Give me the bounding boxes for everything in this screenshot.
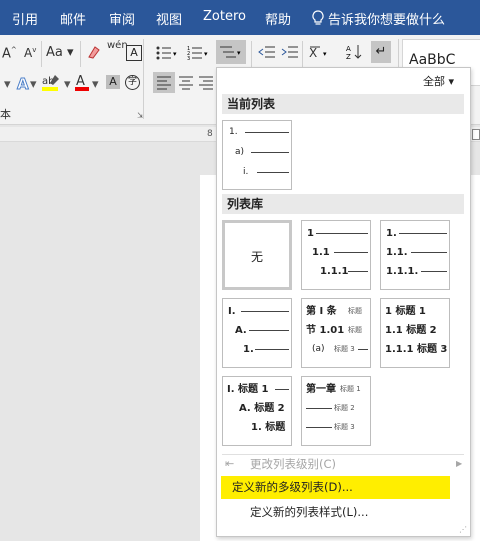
- shrink-font-button[interactable]: Av: [24, 46, 36, 60]
- tile-label: 1.: [229, 127, 238, 137]
- tile-label: 标题: [348, 326, 362, 334]
- align-center-icon[interactable]: [177, 72, 195, 96]
- highlight-icon[interactable]: ab: [41, 73, 63, 96]
- change-list-level-item[interactable]: ⇤ 更改列表级别(C) ▶: [221, 453, 465, 475]
- clear-format-icon[interactable]: [86, 44, 102, 63]
- tile-label: 1.: [243, 344, 254, 355]
- ruler-marker[interactable]: [472, 129, 480, 140]
- text-effect-arrow[interactable]: ▾: [4, 77, 11, 92]
- tile-label: 1.1.1 标题 3: [385, 344, 448, 355]
- tile-label: 第一章: [306, 384, 336, 395]
- svg-text:A: A: [76, 74, 85, 89]
- tab-help[interactable]: 帮助: [265, 9, 291, 28]
- none-label: 无: [251, 250, 264, 264]
- menu-item-label: 定义新的列表样式(L)...: [250, 505, 369, 519]
- tile-label: 1.1.: [386, 247, 408, 258]
- align-right-icon[interactable]: [198, 72, 214, 96]
- grow-font-button[interactable]: A^: [2, 46, 17, 61]
- list-style-numbered-2[interactable]: 1. 1.1. 1.1.1.: [380, 220, 450, 290]
- tile-label: 标题: [348, 307, 362, 315]
- tile-label: A.: [235, 325, 247, 336]
- tile-label: 标题 2: [334, 404, 355, 412]
- list-style-heading-numbered[interactable]: 1 标题 1 1.1 标题 2 1.1.1 标题 3: [380, 298, 450, 368]
- resize-grip-icon[interactable]: ⋰: [459, 525, 467, 534]
- change-case-button[interactable]: Aa ▾: [46, 45, 74, 60]
- svg-text:▾: ▾: [204, 50, 208, 58]
- tile-label: a): [235, 147, 245, 157]
- change-level-icon: ⇤: [225, 457, 235, 470]
- multilevel-list-dropdown: 全部 ▾ 当前列表 1. a) i. 列表库 无 1 1.1 1.1.1 1. …: [216, 67, 471, 537]
- svg-text:▾: ▾: [237, 49, 241, 57]
- tile-label: 1: [307, 228, 314, 239]
- svg-text:▾: ▾: [323, 50, 327, 58]
- tab-view[interactable]: 视图: [156, 9, 182, 28]
- tab-zotero[interactable]: Zotero: [203, 9, 246, 24]
- tile-label: 1 标题 1: [385, 306, 426, 317]
- list-style-article[interactable]: 第 I 条 标题 节 1.01 标题 (a) 标题 3: [301, 298, 371, 368]
- menu-item-label: 更改列表级别(C): [250, 457, 337, 471]
- decrease-indent-icon[interactable]: [258, 45, 276, 62]
- tile-label: 标题 3: [334, 423, 355, 431]
- char-border-icon[interactable]: A: [126, 45, 142, 61]
- sort-icon[interactable]: AZ: [346, 43, 362, 64]
- submenu-arrow-icon: ▶: [456, 459, 463, 468]
- list-style-numbered-1[interactable]: 1 1.1 1.1.1: [301, 220, 371, 290]
- show-marks-icon[interactable]: ↵: [371, 41, 391, 63]
- current-list-tile[interactable]: 1. a) i.: [222, 120, 292, 190]
- svg-text:Z: Z: [346, 53, 351, 61]
- asian-layout-icon[interactable]: X ▾: [309, 44, 333, 63]
- tab-references[interactable]: 引用: [12, 9, 38, 28]
- style-preview-normal[interactable]: AaBbC: [409, 52, 455, 68]
- svg-text:3: 3: [187, 56, 190, 60]
- phonetic-guide-button[interactable]: wén: [107, 41, 128, 51]
- tile-label: 第 I 条: [306, 306, 337, 317]
- bullets-icon[interactable]: ▾: [155, 44, 177, 63]
- tile-label: 节 1.01: [306, 325, 345, 336]
- tile-label: 1.1: [312, 247, 330, 258]
- increase-indent-icon[interactable]: [281, 45, 299, 62]
- enclosed-char-icon[interactable]: 字: [125, 75, 140, 90]
- text-effects-icon[interactable]: A: [17, 75, 30, 94]
- tile-label: 1.1.1.: [386, 266, 419, 277]
- tile-label: 标题 3: [334, 345, 355, 353]
- filter-dropdown[interactable]: 全部 ▾: [423, 73, 454, 89]
- tile-label: 1.1 标题 2: [385, 325, 437, 336]
- numbering-icon[interactable]: 1 2 3 ▾: [187, 44, 209, 63]
- list-style-none[interactable]: 无: [222, 220, 292, 290]
- list-style-chapter[interactable]: 第一章 标题 1 标题 2 标题 3: [301, 376, 371, 446]
- menu-item-label: 定义新的多级列表(D)...: [232, 480, 353, 494]
- list-library-header: 列表库: [222, 194, 464, 214]
- menu-bar: 引用 邮件 审阅 视图 Zotero 帮助 告诉我你想要做什么: [0, 0, 480, 35]
- lightbulb-icon: [312, 10, 324, 29]
- current-list-header: 当前列表: [222, 94, 464, 114]
- svg-text:A: A: [346, 45, 351, 53]
- tile-label: I. 标题 1: [227, 384, 269, 395]
- tile-label: i.: [243, 167, 249, 177]
- multilevel-list-icon[interactable]: ▾: [216, 40, 246, 64]
- tile-label: 1. 标题: [251, 422, 286, 433]
- define-list-style-item[interactable]: 定义新的列表样式(L)...: [221, 501, 465, 523]
- ruler-number: 8: [207, 129, 213, 139]
- tile-label: 1.: [386, 228, 397, 239]
- font-color-icon[interactable]: A: [74, 73, 90, 96]
- tile-label: (a): [312, 344, 325, 354]
- list-style-roman-heading[interactable]: I. 标题 1 A. 标题 2 1. 标题: [222, 376, 292, 446]
- tab-review[interactable]: 审阅: [109, 9, 135, 28]
- char-shading-icon[interactable]: A: [106, 75, 120, 89]
- align-left-icon[interactable]: [153, 72, 175, 93]
- tab-mailings[interactable]: 邮件: [60, 9, 86, 28]
- svg-text:▾: ▾: [173, 50, 177, 58]
- svg-text:X: X: [309, 46, 317, 60]
- tile-label: A. 标题 2: [239, 403, 285, 414]
- paragraph-group-label: 本: [0, 108, 11, 121]
- tile-label: 标题 1: [340, 385, 361, 393]
- list-style-roman[interactable]: I. A. 1.: [222, 298, 292, 368]
- tell-me-search[interactable]: 告诉我你想要做什么: [328, 9, 445, 28]
- tile-label: 1.1.1: [320, 266, 349, 277]
- tile-label: I.: [228, 306, 236, 317]
- define-multilevel-list-item[interactable]: 定义新的多级列表(D)...: [221, 476, 450, 499]
